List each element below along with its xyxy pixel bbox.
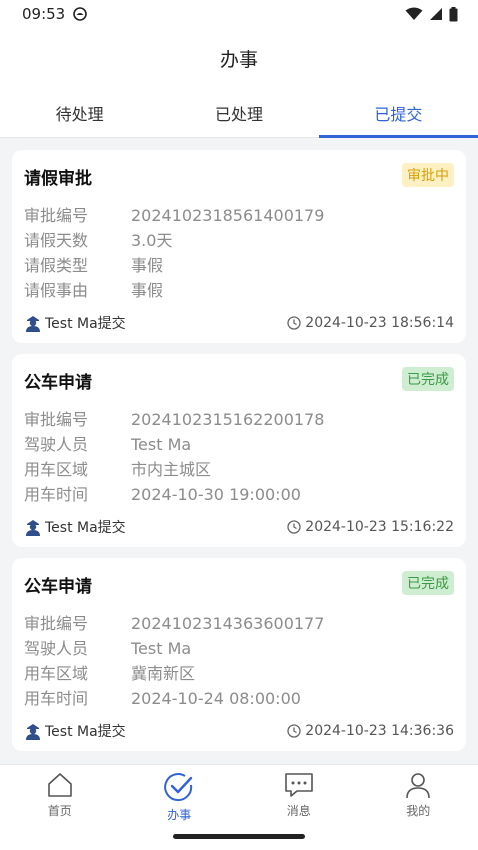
request-list: 请假审批 审批中 审批编号 2024102318561400179 请假天数 3.0… [12,150,466,762]
signal-icon [430,8,442,20]
user-icon [406,773,431,799]
status-bar: 09:53 [0,0,478,28]
submit-time-text: 2024-10-23 14:36:36 [305,723,454,739]
submitter: Test Ma提交 [24,313,126,333]
home-indicator[interactable] [173,834,305,839]
submit-time: 2024-10-23 15:16:22 [287,519,454,535]
officer-avatar-icon [26,316,40,332]
clock-icon [287,724,301,738]
submitter-text: Test Ma提交 [45,316,126,332]
detail-row: 用车时间 2024-10-24 08:00:00 [24,686,454,711]
row-label: 用车区域 [24,460,89,479]
status-time: 09:53 [22,5,66,23]
submitter-text: Test Ma提交 [45,724,126,740]
submitter: Test Ma提交 [24,517,126,537]
row-value: 2024-10-30 19:00:00 [131,485,301,504]
status-badge: 审批中 [402,163,454,187]
tab-submitted[interactable]: 已提交 [318,88,478,138]
row-label: 审批编号 [24,206,89,225]
battery-icon [449,6,458,21]
detail-row: 用车区域 市内主城区 [24,457,454,482]
submitter-text: Test Ma提交 [45,520,126,536]
status-badge: 已完成 [402,571,454,595]
detail-row: 驾驶人员 Test Ma [24,432,454,457]
detail-row: 请假事由 事假 [24,278,454,303]
request-card[interactable]: 请假审批 审批中 审批编号 2024102318561400179 请假天数 3.0… [12,150,466,343]
nav-label: 消息 [286,804,311,818]
row-label: 用车时间 [24,485,89,504]
row-value: 事假 [131,256,164,275]
nav-label: 首页 [47,804,72,818]
tab-label: 已处理 [214,104,263,124]
nav-label: 我的 [406,804,431,818]
card-footer: Test Ma提交 2024-10-23 15:16:22 [24,517,454,537]
row-label: 请假天数 [24,231,89,250]
chat-bubble-icon [284,773,313,797]
row-label: 用车时间 [24,689,89,708]
wifi-icon [405,7,423,20]
row-value: Test Ma [131,435,192,454]
row-value: 2024102318561400179 [131,206,325,225]
row-label: 请假事由 [24,281,89,300]
tab-bar: 待处理 已处理 已提交 [0,88,478,138]
detail-row: 审批编号 2024102318561400179 [24,203,454,228]
submit-time-text: 2024-10-23 15:16:22 [305,519,454,535]
submit-time: 2024-10-23 14:36:36 [287,723,454,739]
detail-row: 审批编号 2024102314363600177 [24,611,454,636]
row-value: 2024-10-24 08:00:00 [131,689,301,708]
row-label: 审批编号 [24,614,89,633]
detail-row: 用车区域 冀南新区 [24,661,454,686]
check-circle-icon [164,773,193,802]
card-title: 公车申请 [24,577,92,597]
row-value: 冀南新区 [131,664,196,683]
row-label: 请假类型 [24,256,89,275]
home-icon [47,773,72,797]
page-title: 办事 [219,48,258,71]
card-title: 公车申请 [24,373,92,393]
row-value: 3.0天 [131,231,173,250]
tab-processed[interactable]: 已处理 [159,88,318,137]
clock-icon [287,316,301,330]
card-footer: Test Ma提交 2024-10-23 14:36:36 [24,721,454,741]
detail-row: 请假类型 事假 [24,253,454,278]
tab-pending[interactable]: 待处理 [0,88,159,137]
tab-label: 已提交 [374,104,423,124]
nav-profile[interactable]: 我的 [359,765,478,850]
notification-icon [73,7,88,21]
detail-row: 驾驶人员 Test Ma [24,636,454,661]
row-label: 驾驶人员 [24,435,89,454]
detail-row: 请假天数 3.0天 [24,228,454,253]
row-value: 2024102314363600177 [131,614,325,633]
submit-time-text: 2024-10-23 18:56:14 [305,315,454,331]
card-footer: Test Ma提交 2024-10-23 18:56:14 [24,313,454,333]
nav-home[interactable]: 首页 [0,765,120,850]
officer-avatar-icon [26,724,40,740]
clock-icon [287,520,301,534]
detail-row: 审批编号 2024102315162200178 [24,407,454,432]
page-header: 办事 [0,28,478,88]
row-value: 2024102315162200178 [131,410,325,429]
row-label: 审批编号 [24,410,89,429]
row-label: 用车区域 [24,664,89,683]
detail-row: 用车时间 2024-10-30 19:00:00 [24,482,454,507]
officer-avatar-icon [26,520,40,536]
request-card[interactable]: 公车申请 已完成 审批编号 2024102314363600177 驾驶人员 Tes… [12,558,466,751]
tab-label: 待处理 [55,104,104,124]
submit-time: 2024-10-23 18:56:14 [287,315,454,331]
row-value: 市内主城区 [131,460,212,479]
row-label: 驾驶人员 [24,639,89,658]
row-value: Test Ma [131,639,192,658]
row-value: 事假 [131,281,164,300]
submitter: Test Ma提交 [24,721,126,741]
request-card[interactable]: 公车申请 已完成 审批编号 2024102315162200178 驾驶人员 Tes… [12,354,466,547]
nav-label: 办事 [167,808,192,822]
card-title: 请假审批 [24,169,92,189]
status-badge: 已完成 [402,367,454,391]
